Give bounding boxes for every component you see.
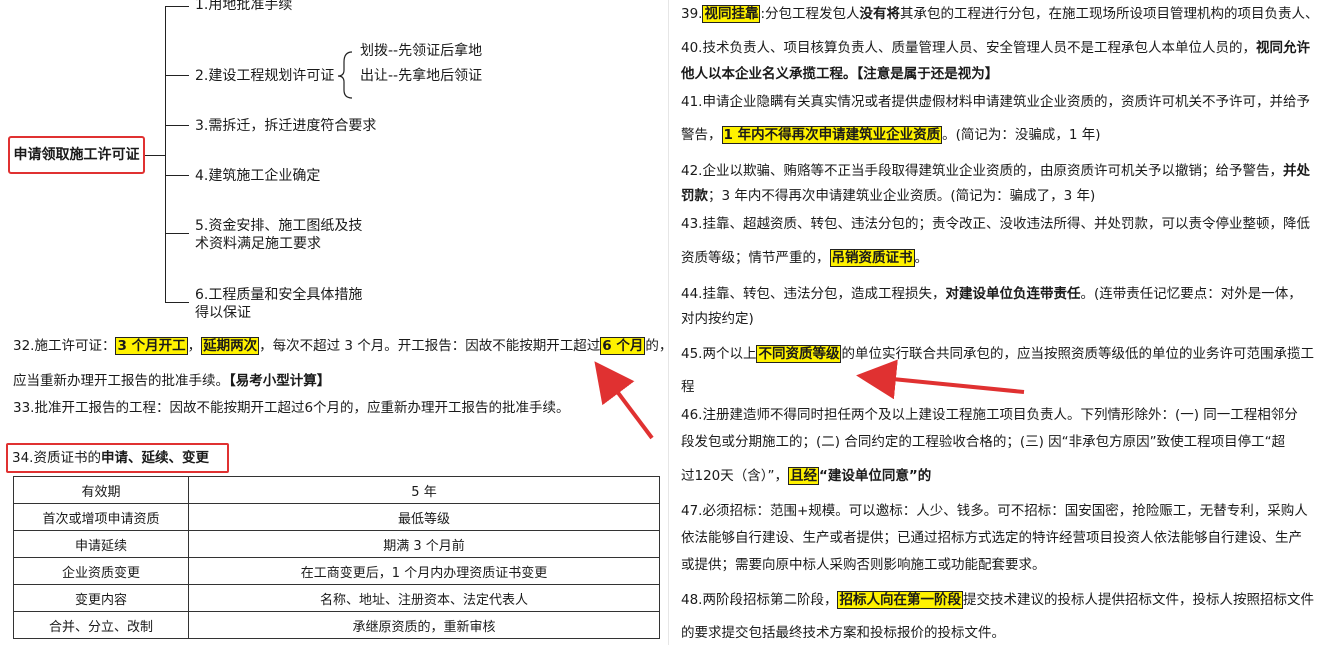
arrow-icon	[856, 359, 1025, 400]
arrow-icon	[594, 361, 654, 440]
annotation-arrows	[594, 359, 1025, 440]
